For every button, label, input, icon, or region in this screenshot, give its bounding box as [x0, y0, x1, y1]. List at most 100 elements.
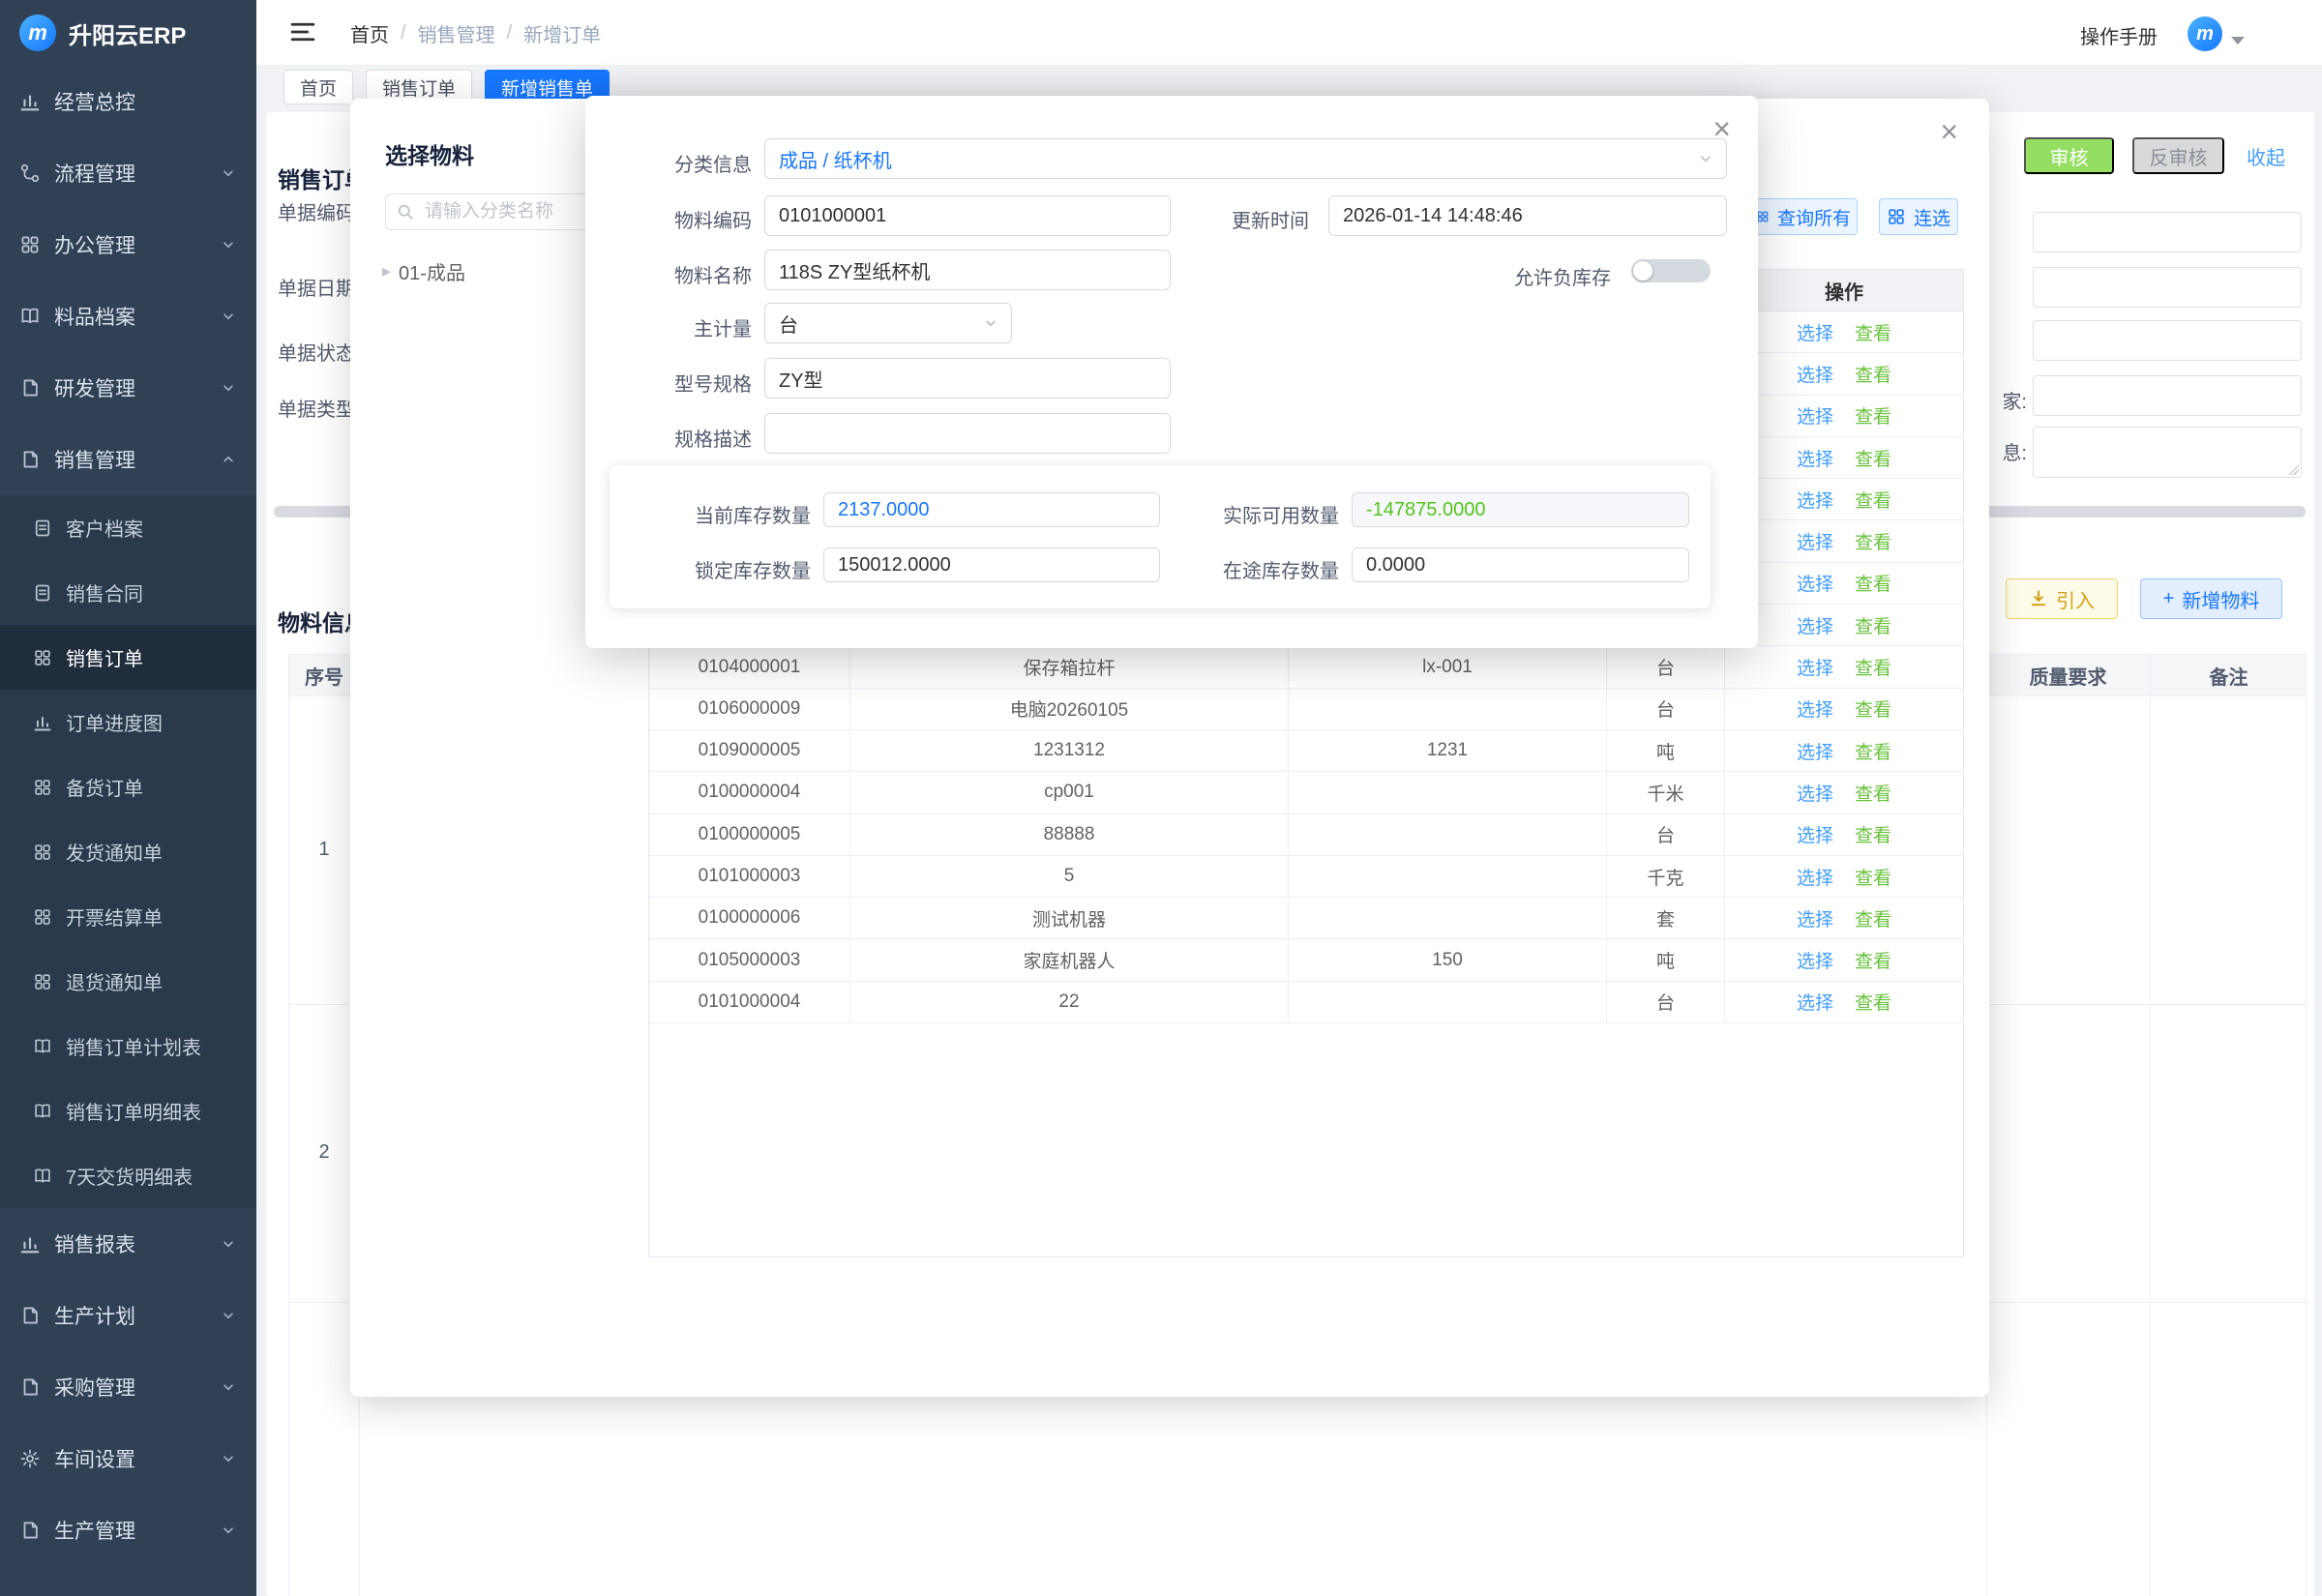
sidebar-item-rnd[interactable]: 研发管理 — [0, 352, 256, 424]
model-input[interactable]: ZY型 — [764, 358, 1171, 399]
updated-time-input[interactable]: 2026-01-14 14:48:46 — [1328, 195, 1727, 236]
picker-close-icon[interactable]: × — [1940, 116, 1958, 147]
view-link[interactable]: 查看 — [1855, 695, 1891, 722]
order-field-input-3[interactable] — [2033, 320, 2302, 361]
material-name-input[interactable]: 118S ZY型纸杯机 — [764, 250, 1171, 290]
category-tree-node[interactable]: ▸ 01-成品 — [382, 257, 465, 285]
view-link[interactable]: 查看 — [1855, 361, 1891, 387]
select-link[interactable]: 选择 — [1797, 570, 1833, 596]
sidebar-item-sales-orders[interactable]: 销售订单 — [0, 625, 256, 690]
spec-desc-input[interactable] — [764, 413, 1171, 454]
select-link[interactable]: 选择 — [1797, 695, 1833, 722]
view-link[interactable]: 查看 — [1855, 947, 1891, 973]
select-link[interactable]: 选择 — [1797, 905, 1833, 931]
sidebar-item-7day-delivery-report[interactable]: 7天交货明细表 — [0, 1143, 256, 1208]
order-field-input-4[interactable] — [2033, 375, 2302, 416]
view-link[interactable]: 查看 — [1855, 738, 1891, 764]
chevron-down-icon — [982, 314, 999, 332]
select-link[interactable]: 选择 — [1797, 361, 1833, 387]
current-stock-input[interactable]: 2137.0000 — [823, 492, 1160, 527]
transit-stock-input[interactable]: 0.0000 — [1352, 547, 1689, 582]
select-link[interactable]: 选择 — [1797, 445, 1833, 471]
select-link[interactable]: 选择 — [1797, 821, 1833, 847]
sidebar-item-production-plan[interactable]: 生产计划 — [0, 1280, 256, 1351]
view-link[interactable]: 查看 — [1855, 402, 1891, 429]
sidebar-item-shipping-notice[interactable]: 发货通知单 — [0, 819, 256, 884]
view-link[interactable]: 查看 — [1855, 864, 1891, 890]
sidebar-item-materials[interactable]: 料品档案 — [0, 281, 256, 352]
select-link[interactable]: 选择 — [1797, 319, 1833, 345]
sidebar-item-overview[interactable]: 经营总控 — [0, 66, 256, 137]
updated-time-label: 更新时间 — [1164, 205, 1309, 233]
cell-code: 0105000003 — [649, 939, 850, 980]
chevron-up-icon — [220, 451, 237, 468]
view-link[interactable]: 查看 — [1855, 821, 1891, 847]
select-link[interactable]: 选择 — [1797, 738, 1833, 764]
collapse-link[interactable]: 收起 — [2247, 142, 2285, 170]
view-link[interactable]: 查看 — [1855, 319, 1891, 345]
order-field-input-1[interactable] — [2033, 212, 2302, 252]
view-link[interactable]: 查看 — [1855, 780, 1891, 806]
sidebar-item-return-notice[interactable]: 退货通知单 — [0, 949, 256, 1014]
view-link[interactable]: 查看 — [1855, 989, 1891, 1015]
tree-expand-icon[interactable]: ▸ — [382, 261, 391, 281]
select-link[interactable]: 选择 — [1797, 864, 1833, 890]
import-button[interactable]: 引入 — [2006, 578, 2118, 619]
select-link[interactable]: 选择 — [1797, 487, 1833, 513]
sidebar-item-order-plan-report[interactable]: 销售订单计划表 — [0, 1014, 256, 1079]
order-field-input-2[interactable] — [2033, 267, 2302, 308]
unaudit-button[interactable]: 反审核 — [2132, 137, 2224, 174]
manual-link[interactable]: 操作手册 — [2080, 21, 2158, 49]
transit-stock-label: 在途库存数量 — [1184, 555, 1339, 583]
view-link[interactable]: 查看 — [1855, 905, 1891, 931]
form-label-doc-date: 单据日期 — [278, 273, 355, 301]
order-remark-textarea[interactable] — [2033, 427, 2302, 478]
allow-negative-stock-toggle[interactable] — [1631, 259, 1711, 282]
view-link[interactable]: 查看 — [1855, 654, 1891, 680]
audit-label: 审核 — [2050, 142, 2089, 170]
query-all-button[interactable]: 查询所有 — [1749, 198, 1858, 235]
sidebar-item-stock-orders[interactable]: 备货订单 — [0, 754, 256, 819]
select-link[interactable]: 选择 — [1797, 612, 1833, 638]
sidebar-item-production-mgmt[interactable]: 生产管理 — [0, 1494, 256, 1566]
breadcrumb-sales[interactable]: 销售管理 — [418, 19, 495, 47]
audit-button[interactable]: 审核 — [2024, 137, 2114, 174]
sidebar-item-sales-contracts[interactable]: 销售合同 — [0, 560, 256, 625]
book-icon — [33, 1167, 52, 1186]
add-material-button[interactable]: + 新增物料 — [2140, 578, 2282, 619]
resize-grip-icon[interactable] — [2287, 463, 2299, 475]
cell-unit: 吨 — [1607, 730, 1725, 771]
sidebar-item-purchasing[interactable]: 采购管理 — [0, 1351, 256, 1423]
avatar-dropdown-caret-icon[interactable] — [2231, 37, 2245, 44]
select-link[interactable]: 选择 — [1797, 528, 1833, 554]
select-link[interactable]: 选择 — [1797, 780, 1833, 806]
category-select[interactable]: 成品 / 纸杯机 — [764, 138, 1727, 179]
select-link[interactable]: 选择 — [1797, 654, 1833, 680]
breadcrumb-home[interactable]: 首页 — [350, 19, 389, 47]
select-link[interactable]: 选择 — [1797, 989, 1833, 1015]
sidebar-item-invoice-settlement[interactable]: 开票结算单 — [0, 884, 256, 949]
tab-home[interactable]: 首页 — [283, 70, 353, 104]
main-unit-select[interactable]: 台 — [764, 303, 1012, 343]
avatar[interactable]: m — [2188, 16, 2222, 51]
material-code-input[interactable]: 0101000001 — [764, 195, 1171, 236]
select-link[interactable]: 选择 — [1797, 402, 1833, 429]
sidebar-item-sales-reports[interactable]: 销售报表 — [0, 1208, 256, 1280]
available-stock-input[interactable]: -147875.0000 — [1352, 492, 1689, 527]
sidebar-item-customers[interactable]: 客户档案 — [0, 495, 256, 560]
sidebar-item-order-detail-report[interactable]: 销售订单明细表 — [0, 1079, 256, 1143]
view-link[interactable]: 查看 — [1855, 445, 1891, 471]
view-link[interactable]: 查看 — [1855, 570, 1891, 596]
menu-toggle-icon[interactable] — [289, 19, 316, 44]
sidebar-item-office[interactable]: 办公管理 — [0, 209, 256, 281]
sidebar-item-workshop-settings[interactable]: 车间设置 — [0, 1423, 256, 1494]
select-link[interactable]: 选择 — [1797, 947, 1833, 973]
sidebar-item-process[interactable]: 流程管理 — [0, 137, 256, 209]
sidebar-item-order-progress[interactable]: 订单进度图 — [0, 690, 256, 754]
locked-stock-input[interactable]: 150012.0000 — [823, 547, 1160, 582]
sidebar-item-sales[interactable]: 销售管理 — [0, 424, 256, 495]
view-link[interactable]: 查看 — [1855, 528, 1891, 554]
view-link[interactable]: 查看 — [1855, 487, 1891, 513]
view-link[interactable]: 查看 — [1855, 612, 1891, 638]
multi-select-button[interactable]: 连选 — [1879, 198, 1958, 235]
